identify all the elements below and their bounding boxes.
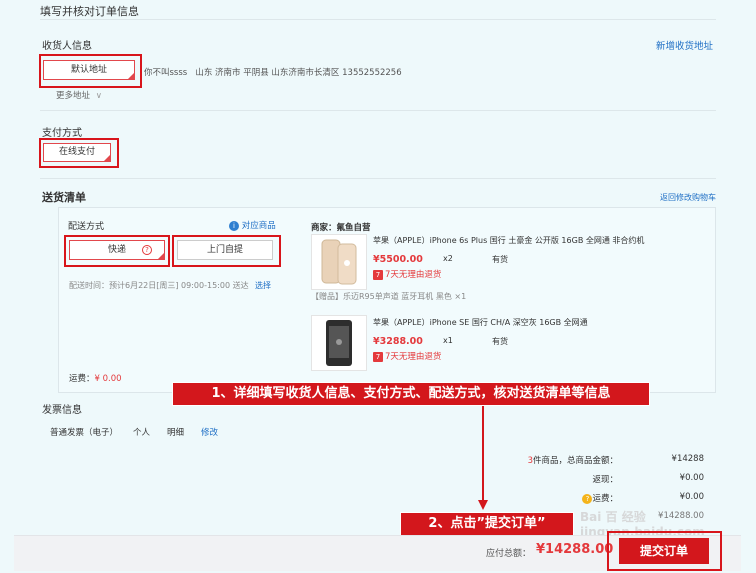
product-qty: x2 (443, 254, 453, 263)
product-qty: x1 (443, 336, 453, 345)
submit-order-button[interactable]: 提交订单 (619, 538, 709, 564)
return-badge-icon: 7 (373, 351, 383, 362)
phone-gray-icon (326, 320, 352, 366)
address-text: 你不叫ssss 山东 济南市 平阴县 山东济南市长清区 13552552256 (144, 68, 402, 78)
freight-summary-value: ¥0.00 (679, 492, 704, 502)
freight-label: 运费： (69, 374, 95, 384)
return-note: 7天无理由退货 (385, 352, 442, 362)
rebate-label: 返现： (592, 475, 618, 485)
delivery-time-text: 配送时间：预计6月22日[周三] 09:00-15:00 送达 (69, 281, 249, 290)
info-coin-icon: ? (582, 493, 593, 504)
delivery-section-title: 送货清单 (42, 191, 86, 204)
selected-corner-icon (104, 155, 110, 161)
product-stock: 有货 (492, 337, 508, 346)
delivery-method-label: 配送方式 (68, 222, 105, 232)
freight-value: ¥ 0.00 (94, 374, 122, 384)
payment-section-title: 支付方式 (42, 128, 82, 139)
selected-corner-icon (158, 253, 164, 259)
back-to-cart-link[interactable]: 返回修改购物车 (660, 192, 716, 203)
return-policy: 7 7天无理由退货 (373, 268, 441, 280)
payable-value: ¥14288.00 (536, 542, 614, 557)
choose-time-link[interactable]: 选择 (255, 280, 271, 291)
pickup-button[interactable]: 上门自提 (177, 240, 273, 260)
product-stock: 有货 (492, 255, 508, 264)
step2-annotation: 2、点击”提交订单” (400, 512, 574, 536)
seller-name: 商家：氟鱼自营 (311, 223, 371, 233)
payable-label: 应付总额： (486, 549, 532, 559)
invoice-title: 个人 (133, 428, 151, 438)
chevron-down-icon: ∨ (95, 91, 102, 101)
return-policy: 7 7天无理由退货 (373, 350, 441, 362)
more-address-link[interactable]: 更多地址 ∨ (56, 89, 102, 101)
goods-link[interactable]: i 对应商品 (229, 219, 276, 231)
divider (40, 178, 716, 179)
help-icon: ? (142, 245, 152, 255)
freight-line: 运费：¥ 0.00 (69, 372, 122, 384)
arrow-down-icon (478, 406, 488, 510)
pickup-label: 上门自提 (206, 245, 243, 255)
goods-count-label: 3件商品，总商品金额： (500, 454, 618, 466)
product-name[interactable]: 苹果（APPLE）iPhone 6s Plus 国行 土豪金 公开版 16GB … (373, 235, 673, 246)
return-badge-icon: 7 (373, 269, 383, 280)
product-name[interactable]: 苹果（APPLE）iPhone SE 国行 CH/A 深空灰 16GB 全网通 (373, 317, 673, 328)
online-pay-button[interactable]: 在线支付 (43, 143, 111, 162)
new-address-link[interactable]: 新增收货地址 (656, 38, 713, 52)
online-pay-label: 在线支付 (58, 147, 95, 157)
default-address-label: 默认地址 (70, 65, 107, 75)
product-image[interactable] (311, 315, 367, 371)
goods-total-value: ¥14288 (671, 454, 704, 464)
gift-text: 【赠品】乐迈R95单声道 蓝牙耳机 黑色 ×1 (311, 292, 467, 301)
step1-annotation: 1、详细填写收货人信息、支付方式、配送方式，核对送货清单等信息 (172, 382, 650, 406)
product-price: ¥5500.00 (373, 254, 423, 265)
phone-gold-icon (321, 239, 357, 285)
invoice-section-title: 发票信息 (42, 405, 82, 416)
invoice-edit-link[interactable]: 修改 (201, 426, 218, 438)
page-title: 填写并核对订单信息 (40, 5, 139, 18)
express-label: 快递 (107, 245, 126, 255)
goods-count-text: 件商品，总商品金额： (532, 456, 618, 466)
express-button[interactable]: 快递 ? (69, 240, 165, 260)
rebate-value: ¥0.00 (679, 473, 704, 483)
goods-link-label: 对应商品 (241, 221, 276, 231)
receiver-section-title: 收货人信息 (42, 41, 92, 52)
selected-corner-icon (128, 73, 134, 79)
divider (40, 19, 716, 20)
product-image[interactable] (311, 234, 367, 290)
invoice-content: 明细 (167, 428, 185, 438)
info-icon: i (229, 221, 239, 231)
product-price: ¥3288.00 (373, 336, 423, 347)
invoice-type: 普通发票（电子） (50, 428, 119, 438)
return-note: 7天无理由退货 (385, 270, 442, 280)
freight-summary-label: ? 运费： (560, 492, 618, 504)
freight-summary-text: 运费： (592, 494, 618, 504)
default-address-button[interactable]: 默认地址 (43, 60, 135, 80)
more-address-label: 更多地址 (56, 91, 91, 101)
divider (40, 110, 716, 111)
